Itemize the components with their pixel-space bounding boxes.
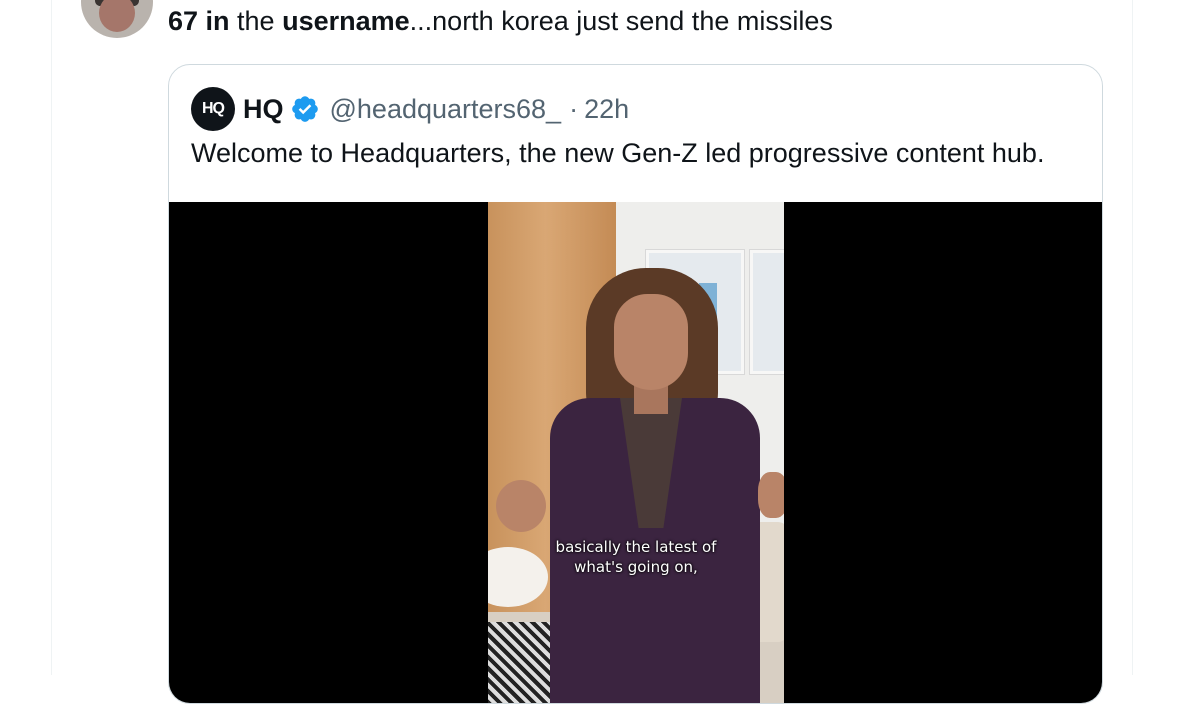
- video-caption-line-1: basically the latest of: [555, 538, 717, 556]
- video-caption-line-2: what's going on,: [574, 558, 698, 576]
- quoted-author-name[interactable]: HQ: [243, 94, 284, 125]
- quoted-author-handle[interactable]: @headquarters68_: [330, 94, 562, 125]
- hq-logo[interactable]: HQ: [191, 87, 235, 131]
- video-player[interactable]: basically the latest of what's going on,: [169, 202, 1102, 703]
- quoted-tweet[interactable]: HQ HQ @headquarters68_ · 22h Welcome to …: [168, 64, 1103, 704]
- separator-dot: ·: [569, 93, 579, 124]
- video-caption: basically the latest of what's going on,: [488, 537, 784, 577]
- quoted-timestamp[interactable]: 22h: [584, 94, 629, 125]
- video-frame[interactable]: basically the latest of what's going on,: [488, 202, 784, 703]
- quoted-tweet-text: Welcome to Headquarters, the new Gen-Z l…: [191, 138, 1045, 168]
- quoted-tweet-header: HQ HQ @headquarters68_ · 22h: [191, 87, 629, 131]
- verified-badge-icon: [291, 96, 318, 122]
- tweet-text: 67 in the username...north korea just se…: [168, 6, 833, 36]
